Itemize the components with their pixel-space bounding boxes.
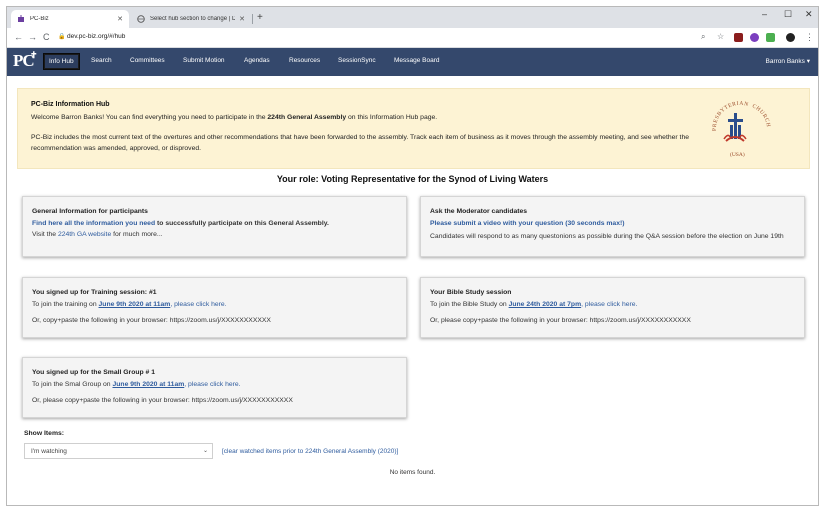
show-items-select[interactable]: I'm watching ⌄ xyxy=(24,443,213,459)
close-icon[interactable]: ✕ xyxy=(117,15,123,23)
card-line: Or, please copy+paste the following in y… xyxy=(430,317,691,324)
submit-video-link[interactable]: Please submit a video with your question… xyxy=(430,220,625,227)
card-ask-moderator: Ask the Moderator candidates Please subm… xyxy=(420,196,805,257)
pcbiz-favicon-icon xyxy=(17,15,25,23)
info-title: PC-Biz Information Hub xyxy=(31,101,110,108)
card-title: You signed up for Training session: #1 xyxy=(32,289,157,296)
seal-text-right: CHURCH xyxy=(751,103,770,128)
nav-info-hub[interactable]: Info Hub xyxy=(43,53,80,70)
card-general-info: General Information for participants Fin… xyxy=(22,196,407,257)
browser-menu-icon[interactable]: ⋮ xyxy=(805,32,814,43)
extension-icon[interactable] xyxy=(734,33,743,42)
info-hub-panel: PC-Biz Information Hub Welcome Barron Ba… xyxy=(17,88,810,169)
tab-title: Select hub section to change | D... xyxy=(150,16,236,22)
chevron-down-icon: ⌄ xyxy=(202,448,208,454)
card-line: Find here all the information you need t… xyxy=(32,220,329,227)
nav-resources[interactable]: Resources xyxy=(289,57,320,64)
nav-search[interactable]: Search xyxy=(91,57,112,64)
card-training-session: You signed up for Training session: #1 T… xyxy=(22,277,407,338)
chevron-down-icon: ▾ xyxy=(806,58,810,65)
card-line: To join the Smal Group on June 9th 2020 … xyxy=(32,381,241,388)
forward-icon[interactable]: → xyxy=(28,32,37,42)
welcome-text: Welcome Barron Banks! You can find every… xyxy=(31,114,438,121)
click-here-link[interactable]: , please click here. xyxy=(170,301,226,308)
nav-agendas[interactable]: Agendas xyxy=(244,57,270,64)
card-line: Or, please copy+paste the following in y… xyxy=(32,397,293,404)
clear-watched-link[interactable]: [clear watched items prior to 224th Gene… xyxy=(222,448,398,455)
browser-toolbar: ← → C 🔒 dev.pc-biz.org/#/hub ⌕ ☆ ⋮ xyxy=(7,28,818,48)
card-title: Your Bible Study session xyxy=(430,289,512,296)
browser-window: PC-Biz ✕ Select hub section to change | … xyxy=(6,6,819,506)
click-here-link[interactable]: , please click here. xyxy=(184,381,240,388)
bookmark-star-icon[interactable]: ☆ xyxy=(717,32,724,41)
zoom-icon[interactable]: ⌕ xyxy=(701,32,705,42)
ga-website-link[interactable]: 224th GA website xyxy=(58,231,111,238)
minimize-icon[interactable]: – xyxy=(762,9,767,19)
show-items-label: Show Items: xyxy=(24,430,65,437)
address-bar[interactable]: dev.pc-biz.org/#/hub xyxy=(67,33,125,40)
card-title: General Information for participants xyxy=(32,208,148,215)
globe-icon xyxy=(137,15,145,23)
info-link[interactable]: Find here all the information you need xyxy=(32,220,155,227)
window-close-icon[interactable]: ✕ xyxy=(805,9,813,20)
nav-submit-motion[interactable]: Submit Motion xyxy=(183,57,225,64)
nav-sessionsync[interactable]: SessionSync xyxy=(338,57,376,64)
user-menu[interactable]: Barron Banks ▾ xyxy=(766,57,810,65)
maximize-icon[interactable]: ☐ xyxy=(784,9,792,20)
svg-text:CHURCH: CHURCH xyxy=(751,103,771,128)
role-heading: Your role: Voting Representative for the… xyxy=(276,174,549,184)
browser-tab-pcbiz[interactable]: PC-Biz ✕ xyxy=(11,10,129,28)
extension-icon[interactable] xyxy=(766,33,775,42)
click-here-link[interactable]: , please click here. xyxy=(581,301,637,308)
lock-icon: 🔒 xyxy=(58,34,66,40)
card-title: You signed up for the Small Group # 1 xyxy=(32,369,155,376)
small-group-date-link[interactable]: June 9th 2020 at 11am xyxy=(112,381,184,388)
card-bible-study: Your Bible Study session To join the Bib… xyxy=(420,277,805,338)
info-description: PC-Biz includes the most current text of… xyxy=(31,134,690,152)
nav-message-board[interactable]: Message Board xyxy=(394,57,440,64)
training-date-link[interactable]: June 9th 2020 at 11am xyxy=(99,301,171,308)
app-navbar: PC ✝ Info Hub Search Committees Submit M… xyxy=(7,48,818,76)
profile-avatar-icon[interactable] xyxy=(786,33,795,42)
reload-icon[interactable]: C xyxy=(43,32,50,42)
pcbiz-logo[interactable]: PC ✝ xyxy=(13,50,43,73)
selected-value: I'm watching xyxy=(31,448,67,455)
back-icon[interactable]: ← xyxy=(14,32,23,42)
card-line: Visit the 224th GA website for much more… xyxy=(32,231,163,238)
card-title: Ask the Moderator candidates xyxy=(430,208,528,215)
card-small-group: You signed up for the Small Group # 1 To… xyxy=(22,357,407,418)
tab-title: PC-Biz xyxy=(30,16,49,22)
user-name: Barron Banks xyxy=(765,58,805,65)
cross-icon: ✝ xyxy=(30,50,37,60)
bible-date-link[interactable]: June 24th 2020 at 7pm xyxy=(509,301,582,308)
card-line: Or, copy+paste the following in your bro… xyxy=(32,317,271,324)
no-items-message: No items found. xyxy=(389,469,436,476)
extension-icon[interactable] xyxy=(750,33,759,42)
nav-committees[interactable]: Committees xyxy=(130,57,165,64)
seal-text-bottom: (USA) xyxy=(730,151,745,158)
card-line: To join the Bible Study on June 24th 202… xyxy=(430,301,638,308)
tab-strip: PC-Biz ✕ Select hub section to change | … xyxy=(7,7,818,28)
browser-tab-admin[interactable]: Select hub section to change | D... ✕ xyxy=(131,10,251,28)
card-line: To join the training on June 9th 2020 at… xyxy=(32,301,227,308)
close-icon[interactable]: ✕ xyxy=(239,15,245,23)
card-body: Candidates will respond to as many quest… xyxy=(430,233,784,240)
tab-separator xyxy=(252,14,253,24)
presbyterian-seal-icon: PRESBYTERIAN CHURCH (USA) xyxy=(712,101,771,158)
new-tab-icon[interactable]: + xyxy=(257,12,263,23)
